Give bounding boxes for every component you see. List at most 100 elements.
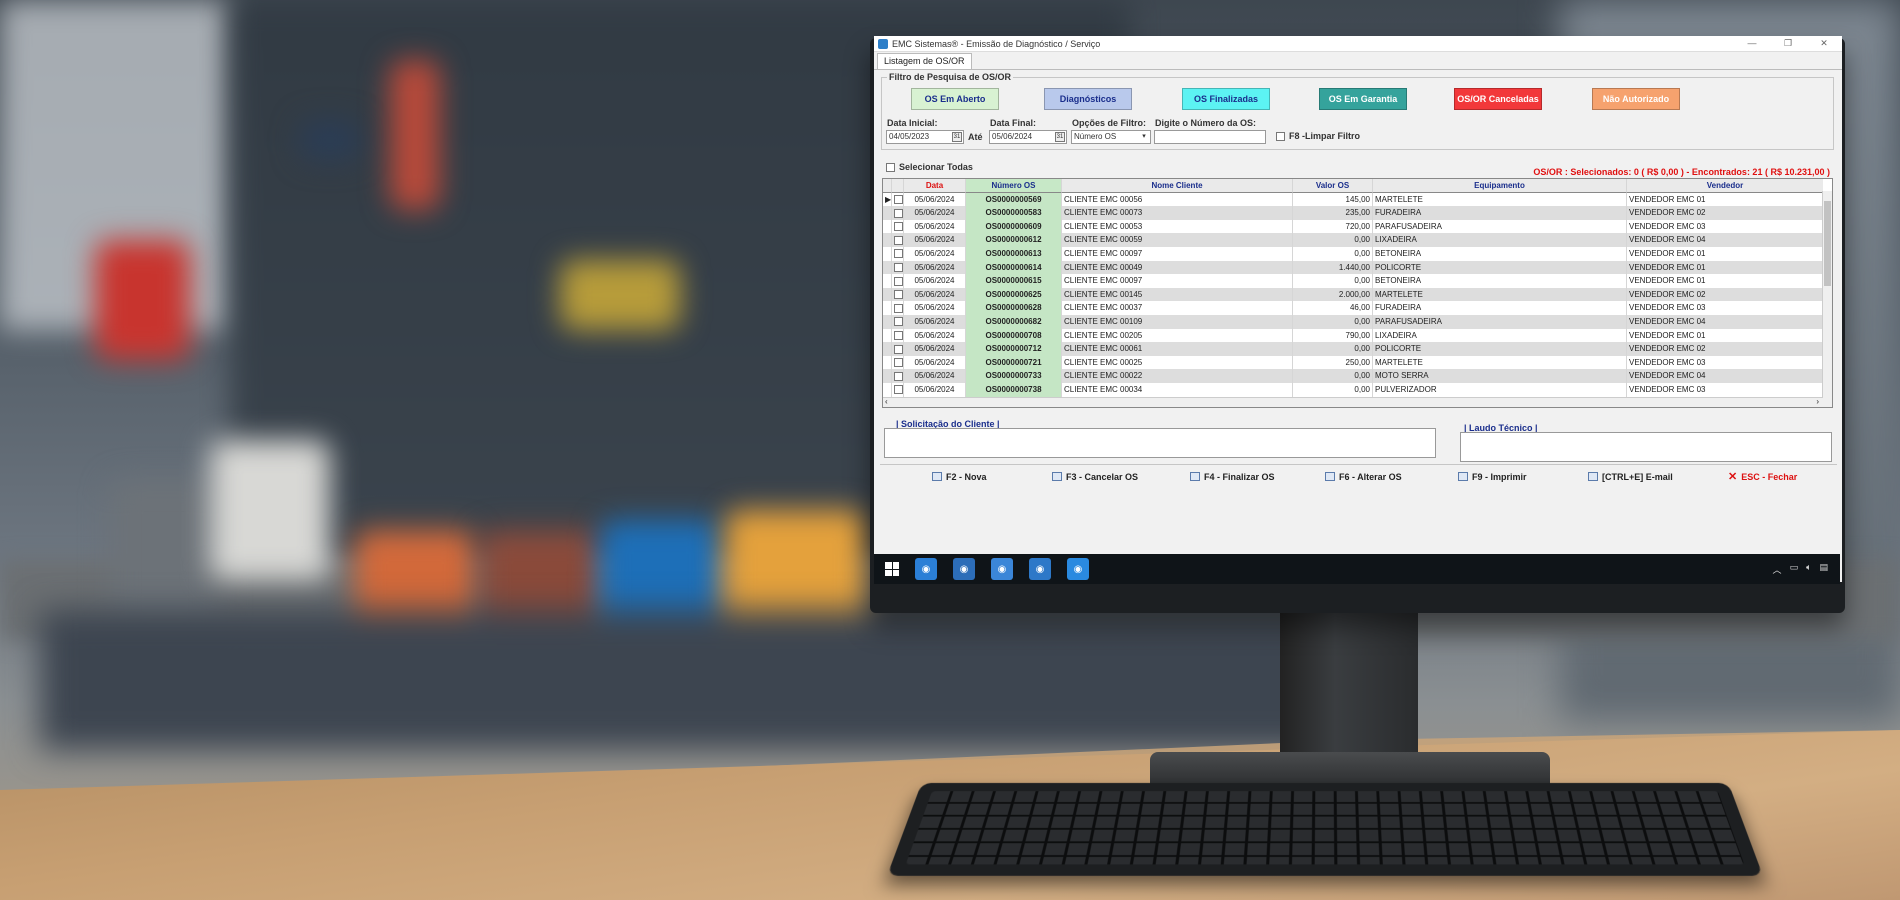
table-row[interactable]: 05/06/2024 OS0000000738 CLIENTE EMC 00034 0…	[883, 382, 1832, 397]
alterar-os-button[interactable]: F6 - Alterar OS	[1325, 472, 1402, 482]
laudo-textarea[interactable]	[1460, 432, 1832, 462]
row-indicator-icon	[883, 274, 892, 288]
background-red-multimeter	[95, 240, 190, 360]
chevron-up-icon[interactable]: ︿	[1773, 563, 1782, 576]
checkbox-icon	[894, 317, 903, 327]
scroll-left-icon[interactable]: ‹	[885, 397, 888, 406]
row-checkbox[interactable]	[892, 342, 904, 356]
os-em-aberto-button[interactable]: OS Em Aberto	[911, 88, 999, 110]
scroll-right-icon[interactable]: ›	[1816, 397, 1819, 406]
vertical-scrollbar[interactable]	[1822, 191, 1832, 407]
row-checkbox[interactable]	[892, 260, 904, 275]
row-checkbox[interactable]	[892, 314, 904, 329]
tool-app-icon[interactable]: ◉	[991, 558, 1013, 580]
row-checkbox[interactable]	[892, 206, 904, 220]
limpar-filtro-icon	[1276, 131, 1285, 141]
table-row[interactable]: ▶ 05/06/2024 OS0000000569 CLIENTE EMC 00056…	[883, 192, 1832, 207]
table-row[interactable]: 05/06/2024 OS0000000708 CLIENTE EMC 00205 7…	[883, 328, 1832, 343]
select-all-checkbox[interactable]: Selecionar Todas	[886, 162, 973, 172]
column-header-valor[interactable]: Valor OS	[1293, 179, 1373, 193]
email-button[interactable]: [CTRL+E] E-mail	[1588, 472, 1673, 482]
horizontal-scrollbar[interactable]: ‹ ›	[883, 397, 1823, 407]
os-em-garantia-label: OS Em Garantia	[1328, 94, 1398, 104]
emc-app-icon[interactable]: ◉	[915, 558, 937, 580]
row-indicator-icon: ▶	[883, 192, 892, 207]
print-icon	[1458, 472, 1468, 481]
table-row[interactable]: 05/06/2024 OS0000000628 CLIENTE EMC 00037 4…	[883, 301, 1832, 315]
row-checkbox[interactable]	[892, 233, 904, 247]
row-equipamento: LIXADEIRA	[1373, 233, 1627, 247]
row-checkbox[interactable]	[892, 355, 904, 370]
nova-button[interactable]: F2 - Nova	[932, 472, 987, 482]
row-checkbox[interactable]	[892, 382, 904, 397]
windows-start-icon[interactable]	[885, 562, 899, 576]
table-row[interactable]: 05/06/2024 OS0000000612 CLIENTE EMC 00059 0…	[883, 233, 1832, 247]
table-row[interactable]: 05/06/2024 OS0000000609 CLIENTE EMC 00053 7…	[883, 219, 1832, 234]
cancelar-os-button[interactable]: F3 - Cancelar OS	[1052, 472, 1138, 482]
row-checkbox[interactable]	[892, 219, 904, 234]
sync-app-icon[interactable]: ◉	[1067, 558, 1089, 580]
row-numero-os: OS0000000613	[966, 246, 1062, 261]
row-numero-os: OS0000000721	[966, 355, 1062, 370]
opcoes-filtro-select[interactable]: Número OS ▾	[1071, 130, 1151, 144]
battery-icon[interactable]: ▭	[1790, 563, 1799, 576]
calendar-icon[interactable]: 31	[1055, 132, 1065, 142]
checkbox-icon	[894, 222, 903, 232]
table-row[interactable]: 05/06/2024 OS0000000721 CLIENTE EMC 00025 2…	[883, 355, 1832, 370]
table-row[interactable]: 05/06/2024 OS0000000712 CLIENTE EMC 00061 0…	[883, 342, 1832, 356]
row-checkbox[interactable]	[892, 274, 904, 288]
column-header-vendedor[interactable]: Vendedor	[1627, 179, 1823, 193]
imprimir-button[interactable]: F9 - Imprimir	[1458, 472, 1527, 482]
data-final-field[interactable]: 05/06/2024 31	[989, 130, 1067, 144]
image-viewer-icon[interactable]: ◉	[953, 558, 975, 580]
row-valor: 0,00	[1293, 274, 1373, 288]
row-vendedor: VENDEDOR EMC 02	[1629, 289, 1706, 299]
column-header-data[interactable]: Data	[904, 179, 966, 193]
minimize-button[interactable]: —	[1734, 38, 1770, 49]
finalizar-os-button[interactable]: F4 - Finalizar OS	[1190, 472, 1275, 482]
table-row[interactable]: 05/06/2024 OS0000000614 CLIENTE EMC 00049 1…	[883, 260, 1832, 275]
row-checkbox[interactable]	[892, 301, 904, 315]
row-valor: 0,00	[1293, 382, 1373, 397]
column-header-equipamento[interactable]: Equipamento	[1373, 179, 1627, 193]
close-window-button[interactable]: ✕	[1806, 38, 1842, 49]
calendar-icon[interactable]: 31	[952, 132, 962, 142]
table-row[interactable]: 05/06/2024 OS0000000583 CLIENTE EMC 00073 2…	[883, 206, 1832, 220]
os-finalizadas-button[interactable]: OS Finalizadas	[1182, 88, 1270, 110]
nao-autorizado-button[interactable]: Não Autorizado	[1592, 88, 1680, 110]
notification-icon[interactable]: ▤	[1819, 563, 1828, 576]
os-canceladas-button[interactable]: OS/OR Canceladas	[1454, 88, 1542, 110]
maximize-button[interactable]: ❐	[1770, 38, 1806, 49]
system-tray: ︿ ▭ 🔈︎ ▤	[1773, 563, 1828, 576]
diagnosticos-label: Diagnósticos	[1059, 94, 1117, 104]
row-checkbox[interactable]	[892, 287, 904, 302]
row-data: 05/06/2024	[904, 219, 966, 234]
numero-os-input[interactable]	[1154, 130, 1266, 144]
cancelar-label: F3 - Cancelar OS	[1066, 471, 1139, 482]
row-checkbox[interactable]	[892, 369, 904, 383]
os-em-garantia-button[interactable]: OS Em Garantia	[1319, 88, 1407, 110]
data-inicial-field[interactable]: 04/05/2023 31	[886, 130, 964, 144]
row-checkbox[interactable]	[892, 246, 904, 261]
solicitacao-textarea[interactable]	[884, 428, 1436, 458]
chevron-down-icon[interactable]: ▾	[1139, 132, 1149, 142]
window-title: EMC Sistemas® - Emissão de Diagnóstico /…	[892, 38, 1101, 49]
row-data: 05/06/2024	[904, 206, 966, 220]
diagnosticos-button[interactable]: Diagnósticos	[1044, 88, 1132, 110]
chart-app-icon[interactable]: ◉	[1029, 558, 1051, 580]
table-row[interactable]: 05/06/2024 OS0000000613 CLIENTE EMC 00097 0…	[883, 246, 1832, 261]
row-checkbox[interactable]	[892, 192, 904, 207]
table-row[interactable]: 05/06/2024 OS0000000615 CLIENTE EMC 00097 0…	[883, 274, 1832, 288]
column-header-cliente[interactable]: Nome Cliente	[1062, 179, 1293, 193]
table-row[interactable]: 05/06/2024 OS0000000682 CLIENTE EMC 00109 0…	[883, 314, 1832, 329]
row-indicator-icon	[883, 301, 892, 315]
speaker-icon[interactable]: 🔈︎	[1806, 563, 1811, 576]
row-checkbox[interactable]	[892, 328, 904, 343]
table-row[interactable]: 05/06/2024 OS0000000625 CLIENTE EMC 00145 2…	[883, 287, 1832, 302]
limpar-filtro-button[interactable]: F8 -Limpar Filtro	[1276, 131, 1360, 141]
table-row[interactable]: 05/06/2024 OS0000000733 CLIENTE EMC 00022 0…	[883, 369, 1832, 383]
scroll-thumb[interactable]	[1824, 201, 1831, 286]
column-header-numero-os[interactable]: Número OS	[966, 179, 1062, 193]
fechar-button[interactable]: ✕ ESC - Fechar	[1728, 470, 1797, 483]
tab-listagem[interactable]: Listagem de OS/OR	[877, 53, 972, 69]
